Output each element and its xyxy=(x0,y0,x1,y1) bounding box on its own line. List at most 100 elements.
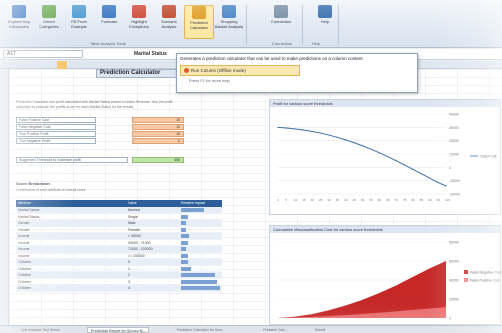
x-tick-label: 40 xyxy=(344,198,348,202)
data-point xyxy=(403,164,405,166)
ribbon-button-scenario-analysis[interactable]: Scenario Analysis xyxy=(154,5,184,39)
cell-value: Male xyxy=(128,221,136,225)
cost-chart[interactable]: Cumulative Misclassification Cost for va… xyxy=(269,225,502,325)
y-tick-label: 0 xyxy=(449,317,451,321)
threshold-value: 450 xyxy=(132,157,184,163)
ribbon-button-label: Forecast xyxy=(101,19,117,24)
sheet-tab[interactable]: Prediction Report for Survey M... xyxy=(87,327,150,333)
input-label: False Positive Cost xyxy=(16,117,96,123)
header-value[interactable]: Value xyxy=(128,200,137,207)
y-tick-label: 10000 xyxy=(449,153,459,157)
ribbon-button-fill-from-example[interactable]: Fill From Example xyxy=(64,5,94,39)
input-false-positive[interactable]: False Positive Cost 10 xyxy=(16,117,184,123)
calculator-icon xyxy=(184,68,189,74)
impact-bar xyxy=(181,221,187,225)
input-value[interactable]: 10 xyxy=(132,131,184,137)
excel-window: Explore Key Influencers Detect Categories… xyxy=(0,0,502,333)
impact-bar xyxy=(181,247,187,251)
ribbon-icon xyxy=(192,6,206,19)
legend-label: Total Profit xyxy=(480,155,497,159)
cell-value: 0 xyxy=(128,260,130,264)
tooltip-option[interactable]: Run Column (Offline mode) xyxy=(180,65,300,77)
table-row[interactable]: Children 4 xyxy=(16,285,222,292)
header-attribute[interactable]: Attribute xyxy=(18,200,31,207)
ribbon-button-label: Shopping Basket Analysis xyxy=(214,19,243,29)
ribbon-button-connection[interactable]: Connection xyxy=(266,5,296,39)
impact-bar xyxy=(181,208,205,212)
profit-chart[interactable]: Profit for various score thresholds 4000… xyxy=(269,99,501,215)
input-true-negative[interactable]: True Negative Profit 0 xyxy=(16,138,184,144)
breakdown-description: Contribution of each attribute to overal… xyxy=(16,188,86,192)
x-tick-label: 70 xyxy=(395,198,399,202)
data-point xyxy=(369,148,371,150)
data-point xyxy=(353,141,355,144)
sheet-tabs: Unit Instance Tool Series Prediction Repo… xyxy=(0,325,502,333)
tooltip-hint: Press F1 for more help xyxy=(189,78,230,84)
prediction-calculator-tooltip: Generates a prediction calculator that c… xyxy=(176,53,418,93)
x-tick-label: 25 xyxy=(319,198,323,202)
ribbon-button-prediction-calculator[interactable]: Prediction Calculator xyxy=(184,5,214,39)
cost-chart-plot: 80000 60000 40000 20000 0 False Negative Cost… xyxy=(278,241,502,321)
ribbon-button-detect-categories[interactable]: Detect Categories xyxy=(34,5,64,39)
data-point xyxy=(277,126,279,128)
ribbon-button-help[interactable]: Help xyxy=(310,5,340,39)
sheet-tab[interactable]: Printable Calc... xyxy=(260,327,291,333)
input-false-negative[interactable]: False Negative Cost 10 xyxy=(16,124,184,130)
data-point xyxy=(344,139,346,141)
input-true-positive[interactable]: True Positive Profit 10 xyxy=(16,131,184,137)
cell-attribute: Income xyxy=(18,247,30,251)
ribbon-button-shopping-basket-analysis[interactable]: Shopping Basket Analysis xyxy=(214,5,244,39)
cell-attribute: Income xyxy=(18,253,30,258)
data-point xyxy=(336,136,338,138)
input-value[interactable]: 10 xyxy=(132,117,184,123)
ribbon-button-highlight-exceptions[interactable]: Highlight Exceptions xyxy=(124,5,154,39)
input-value[interactable]: 10 xyxy=(132,124,184,130)
sheet-tab[interactable]: Prediction Calculator for Surv... xyxy=(174,327,228,333)
threshold-label: Suggested Threshold to maximize profit xyxy=(16,157,128,163)
worksheet[interactable]: Prediction Calculator Prediction Calcula… xyxy=(9,69,502,325)
cell-value: Single xyxy=(128,214,138,219)
score-breakdown-table: Attribute Value Relative Impact Marital … xyxy=(16,200,222,292)
x-tick-label: 65 xyxy=(386,198,390,202)
y-tick-label: 80000 xyxy=(449,241,459,245)
y-tick-label: 20000 xyxy=(449,298,459,302)
row-headers[interactable] xyxy=(0,69,9,333)
x-tick-label: 55 xyxy=(369,198,373,202)
sheet-tab[interactable]: Sheet1 xyxy=(312,327,329,333)
ribbon-separator xyxy=(246,5,247,45)
name-box[interactable]: A17 xyxy=(3,50,83,58)
cell-value: 39000 - 71000 xyxy=(128,240,151,245)
ribbon-icon xyxy=(72,5,86,18)
table-body: Marital Status Married Marital Status Singl… xyxy=(16,207,222,292)
data-point xyxy=(319,132,321,134)
sheet-tab[interactable]: Unit Instance Tool Series xyxy=(18,327,63,333)
x-tick-label: 85 xyxy=(420,198,424,202)
input-value[interactable]: 0 xyxy=(132,138,184,144)
cell-attribute: Children xyxy=(18,266,32,271)
breakdown-title: Score Breakdown xyxy=(16,181,50,186)
data-point xyxy=(294,128,296,130)
cell-attribute: Income xyxy=(18,234,30,238)
cell-value: 1 xyxy=(128,266,130,271)
cell-attribute: Gender xyxy=(18,221,30,225)
cell-value: 3 xyxy=(128,279,130,284)
cell-attribute: Children xyxy=(18,279,32,284)
selected-column-header[interactable] xyxy=(57,61,67,69)
y-tick-label: 20000 xyxy=(449,139,459,143)
ribbon-button-label: Fill From Example xyxy=(71,19,87,29)
y-tick-label: 0 xyxy=(449,166,451,170)
header-impact[interactable]: Relative Impact xyxy=(181,200,205,207)
impact-bar xyxy=(181,279,218,284)
impact-bar xyxy=(181,266,192,271)
cell-value: >= 103000 xyxy=(128,253,145,258)
impact-bar xyxy=(181,286,220,290)
x-tick-label: 35 xyxy=(336,198,340,202)
ribbon-button-label: Scenario Analysis xyxy=(161,19,177,29)
cell-attribute: Gender xyxy=(18,227,30,232)
ribbon-button-label: Help xyxy=(320,19,330,24)
intro-text: Prediction Calculator and profit calcula… xyxy=(16,100,173,109)
ribbon-button-explore-key-influencers[interactable]: Explore Key Influencers xyxy=(4,5,34,39)
ribbon-icon xyxy=(222,5,236,18)
ribbon-button-forecast[interactable]: Forecast xyxy=(94,5,124,39)
ribbon-icon xyxy=(42,5,56,18)
